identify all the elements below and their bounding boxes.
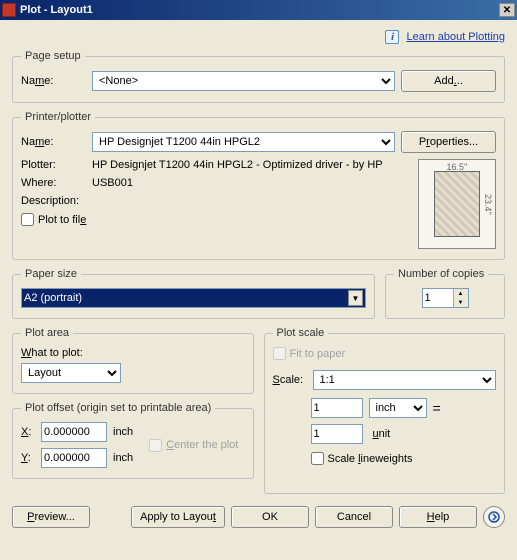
paper-preview: 16.5'' 23.4'' (418, 159, 496, 249)
paper-height-dim: 23.4'' (483, 194, 493, 215)
info-icon: i (385, 30, 399, 44)
scale-denominator-input[interactable] (311, 424, 363, 444)
plot-scale-group: Plot scale Fit to paper Scale: 1:1 inche… (264, 327, 506, 494)
printer-name-select[interactable]: HP Designjet T1200 44in HPGL2 (92, 132, 395, 152)
preview-button[interactable]: Preview... (12, 506, 90, 528)
plotter-value: HP Designjet T1200 44in HPGL2 - Optimize… (92, 159, 383, 171)
paper-size-select[interactable]: A2 (portrait) ▼ (21, 288, 366, 308)
cancel-button[interactable]: Cancel (315, 506, 393, 528)
center-plot-label: Center the plot (166, 439, 238, 451)
paper-size-value: A2 (portrait) (24, 292, 82, 304)
plot-offset-group: Plot offset (origin set to printable are… (12, 402, 254, 479)
ok-button[interactable]: OK (231, 506, 309, 528)
x-unit: inch (113, 426, 133, 438)
learn-plotting-link[interactable]: Learn about Plotting (407, 31, 505, 43)
more-options-button[interactable] (483, 506, 505, 528)
app-icon (2, 3, 16, 17)
offset-x-input[interactable] (41, 422, 107, 442)
chevron-down-icon: ▼ (348, 290, 363, 306)
fit-to-paper-label: Fit to paper (290, 348, 346, 360)
what-to-plot-label: What to plot: (21, 347, 245, 359)
offset-y-input[interactable] (41, 448, 107, 468)
printer-name-label: Name: (21, 136, 86, 148)
scale-select[interactable]: 1:1 (313, 370, 497, 390)
scale-numerator-input[interactable] (311, 398, 363, 418)
page-setup-legend: Page setup (21, 50, 85, 62)
spin-down-icon[interactable]: ▼ (453, 298, 468, 307)
where-value: USB001 (92, 177, 133, 189)
printer-properties-button[interactable]: Properties... (401, 131, 496, 153)
equals-icon: = (433, 400, 441, 416)
y-label: Y: (21, 452, 35, 464)
help-button[interactable]: Help (399, 506, 477, 528)
plotter-label: Plotter: (21, 159, 86, 171)
printer-legend: Printer/plotter (21, 111, 95, 123)
close-button[interactable]: ✕ (499, 3, 515, 17)
page-setup-group: Page setup Name: <None> Add... (12, 50, 505, 103)
plot-offset-legend: Plot offset (origin set to printable are… (21, 402, 215, 414)
window-title: Plot - Layout1 (20, 4, 93, 16)
plot-to-file-label: Plot to file (38, 214, 86, 226)
title-bar: Plot - Layout1 ✕ (0, 0, 517, 20)
scale-unit-select[interactable]: inches (369, 398, 427, 418)
pagesetup-name-select[interactable]: <None> (92, 71, 395, 91)
plot-scale-legend: Plot scale (273, 327, 329, 339)
plot-area-legend: Plot area (21, 327, 73, 339)
where-label: Where: (21, 177, 86, 189)
spin-up-icon[interactable]: ▲ (453, 289, 468, 298)
fit-to-paper-checkbox (273, 347, 286, 360)
paper-size-group: Paper size A2 (portrait) ▼ (12, 268, 375, 319)
paper-preview-page (434, 171, 480, 237)
add-pagesetup-button[interactable]: Add... (401, 70, 496, 92)
scale-lineweights-checkbox[interactable] (311, 452, 324, 465)
copies-group: Number of copies ▲▼ (385, 268, 505, 319)
scale-label: Scale: (273, 374, 307, 386)
copies-legend: Number of copies (394, 268, 488, 280)
description-label: Description: (21, 195, 86, 207)
scale-lineweights-label: Scale lineweights (328, 453, 413, 465)
plot-to-file-checkbox[interactable] (21, 213, 34, 226)
printer-group: Printer/plotter Name: HP Designjet T1200… (12, 111, 505, 260)
pagesetup-name-label: Name: (21, 75, 86, 87)
copies-spinner[interactable]: ▲▼ (422, 288, 469, 308)
x-label: X: (21, 426, 35, 438)
apply-to-layout-button[interactable]: Apply to Layout (131, 506, 225, 528)
center-plot-checkbox (149, 439, 162, 452)
what-to-plot-select[interactable]: Layout (21, 363, 121, 383)
paper-size-legend: Paper size (21, 268, 81, 280)
y-unit: inch (113, 452, 133, 464)
copies-input[interactable] (423, 289, 453, 307)
plot-area-group: Plot area What to plot: Layout (12, 327, 254, 394)
scale-den-unit: unit (369, 428, 427, 440)
